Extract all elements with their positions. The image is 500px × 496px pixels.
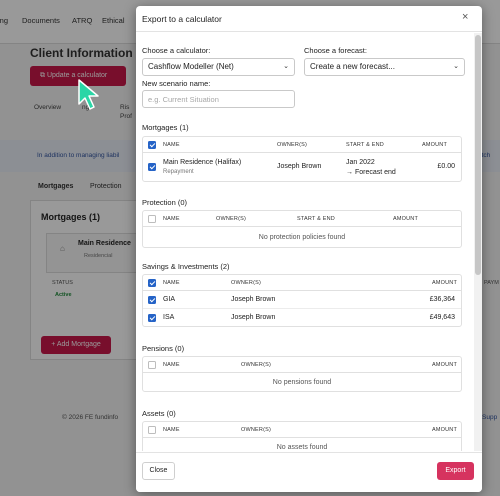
modal-scrollbar[interactable] xyxy=(474,33,482,451)
table-header: NAME OWNER(S) START & END AMOUNT xyxy=(143,211,461,227)
select-all-checkbox[interactable] xyxy=(148,215,156,223)
modal-header: Export to a calculator × xyxy=(136,6,482,32)
calculator-select[interactable]: Cashflow Modeller (Net) ⌄ xyxy=(142,58,295,76)
calculator-select-value: Cashflow Modeller (Net) xyxy=(148,62,234,71)
savings-table: NAME OWNER(S) AMOUNT GIA Joseph Brown £3… xyxy=(142,274,462,327)
mortgage-type: Repayment xyxy=(163,169,194,175)
assets-table: NAME OWNER(S) AMOUNT No assets found xyxy=(142,421,462,451)
mortgage-start: Jan 2022 xyxy=(346,159,375,166)
select-all-checkbox[interactable] xyxy=(148,361,156,369)
col-amount: AMOUNT xyxy=(422,142,448,148)
empty-state: No protection policies found xyxy=(258,234,346,241)
col-name: NAME xyxy=(163,362,180,368)
col-start-end: START & END xyxy=(297,216,335,222)
pensions-table: NAME OWNER(S) AMOUNT No pensions found xyxy=(142,356,462,392)
investment-name: GIA xyxy=(163,296,176,303)
select-all-checkbox[interactable] xyxy=(148,141,156,149)
forecast-label: Choose a forecast: xyxy=(304,46,367,55)
table-row[interactable]: GIA Joseph Brown £36,364 xyxy=(143,291,461,309)
calculator-label: Choose a calculator: xyxy=(142,46,211,55)
col-owners: OWNER(S) xyxy=(241,427,272,433)
table-row[interactable]: ISA Joseph Brown £49,643 xyxy=(143,309,461,327)
empty-state: No assets found xyxy=(276,444,328,451)
col-name: NAME xyxy=(163,427,180,433)
chevron-down-icon: ⌄ xyxy=(453,63,459,70)
mortgage-amount: £0.00 xyxy=(437,163,455,170)
col-start-end: START & END xyxy=(346,142,384,148)
investment-owner: Joseph Brown xyxy=(231,296,276,303)
protection-section-title: Protection (0) xyxy=(142,198,188,207)
savings-section-title: Savings & Investments (2) xyxy=(142,262,230,271)
row-checkbox[interactable] xyxy=(148,163,156,171)
close-icon[interactable]: × xyxy=(462,11,468,23)
investment-name: ISA xyxy=(163,314,175,321)
pointer-cursor-icon xyxy=(78,79,99,110)
close-button[interactable]: Close xyxy=(142,462,175,480)
select-all-checkbox[interactable] xyxy=(148,426,156,434)
forecast-select[interactable]: Create a new forecast... ⌄ xyxy=(304,58,465,76)
row-checkbox[interactable] xyxy=(148,314,156,322)
col-owners: OWNER(S) xyxy=(241,362,272,368)
assets-section-title: Assets (0) xyxy=(142,409,176,418)
modal-title: Export to a calculator xyxy=(142,14,222,24)
protection-table: NAME OWNER(S) START & END AMOUNT No prot… xyxy=(142,210,462,248)
col-owners: OWNER(S) xyxy=(231,280,262,286)
col-amount: AMOUNT xyxy=(432,362,458,368)
pensions-section-title: Pensions (0) xyxy=(142,344,185,353)
table-header: NAME OWNER(S) AMOUNT xyxy=(143,275,461,291)
chevron-down-icon: ⌄ xyxy=(283,63,289,70)
forecast-select-value: Create a new forecast... xyxy=(310,62,395,71)
col-owners: OWNER(S) xyxy=(277,142,308,148)
table-row[interactable]: Main Residence (Halifax) Repayment Josep… xyxy=(143,153,461,182)
scenario-name-input[interactable] xyxy=(142,90,295,108)
scenario-label: New scenario name: xyxy=(142,79,211,88)
table-header: NAME OWNER(S) AMOUNT xyxy=(143,357,461,373)
investment-amount: £49,643 xyxy=(429,314,455,321)
modal-body: Choose a calculator: Cashflow Modeller (… xyxy=(136,33,482,451)
mortgages-section-title: Mortgages (1) xyxy=(142,123,189,132)
mortgage-owner: Joseph Brown xyxy=(277,163,322,170)
col-name: NAME xyxy=(163,142,180,148)
select-all-checkbox[interactable] xyxy=(148,279,156,287)
col-amount: AMOUNT xyxy=(432,280,458,286)
row-checkbox[interactable] xyxy=(148,296,156,304)
export-modal: Export to a calculator × Choose a calcul… xyxy=(136,6,482,492)
col-name: NAME xyxy=(163,280,180,286)
modal-footer: Close Export xyxy=(136,452,482,492)
mortgage-name: Main Residence (Halifax) xyxy=(163,159,242,166)
col-amount: AMOUNT xyxy=(432,427,458,433)
scrollbar-thumb[interactable] xyxy=(475,35,481,275)
investment-amount: £36,364 xyxy=(429,296,455,303)
col-owners: OWNER(S) xyxy=(216,216,247,222)
mortgage-end: → Forecast end xyxy=(346,169,396,176)
table-header: NAME OWNER(S) START & END AMOUNT xyxy=(143,137,461,153)
investment-owner: Joseph Brown xyxy=(231,314,276,321)
export-button[interactable]: Export xyxy=(437,462,474,480)
mortgages-table: NAME OWNER(S) START & END AMOUNT Main Re… xyxy=(142,136,462,182)
col-name: NAME xyxy=(163,216,180,222)
col-amount: AMOUNT xyxy=(393,216,419,222)
table-header: NAME OWNER(S) AMOUNT xyxy=(143,422,461,438)
empty-state: No pensions found xyxy=(272,379,332,386)
